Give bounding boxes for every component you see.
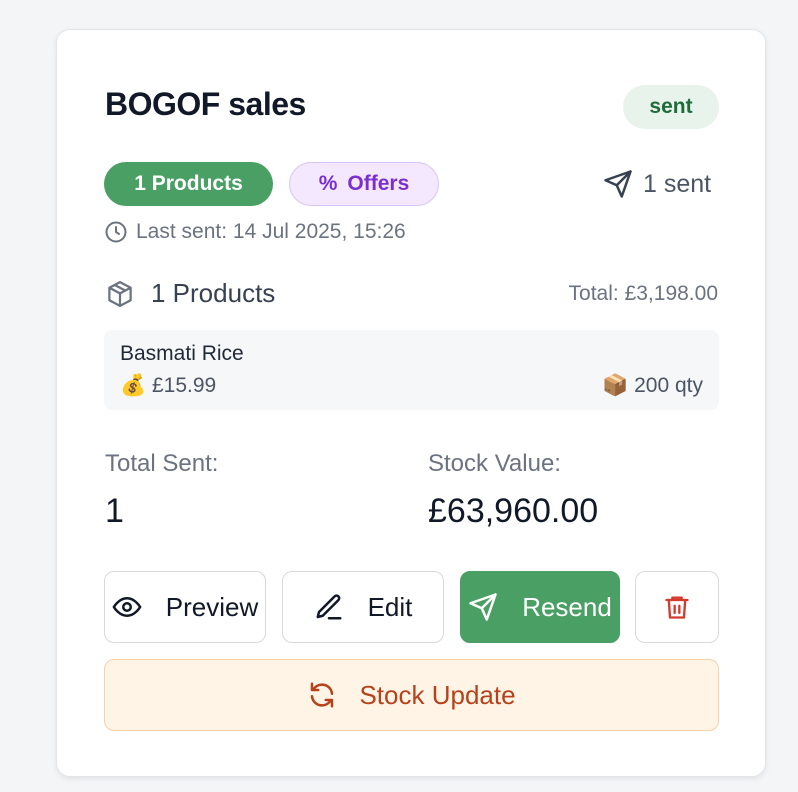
pencil-icon bbox=[314, 592, 344, 622]
edit-button[interactable]: Edit bbox=[282, 571, 444, 643]
package-icon: 📦 bbox=[602, 374, 629, 397]
product-name: Basmati Rice bbox=[120, 342, 244, 365]
preview-button[interactable]: Preview bbox=[104, 571, 266, 643]
send-icon bbox=[468, 592, 498, 622]
stock-value-value: £63,960.00 bbox=[428, 492, 599, 530]
offers-badge: % Offers bbox=[289, 162, 439, 206]
preview-label: Preview bbox=[165, 591, 259, 622]
resend-label: Resend bbox=[522, 591, 612, 622]
status-badge: sent bbox=[623, 85, 719, 129]
send-icon bbox=[603, 169, 633, 199]
product-price: 💰 £15.99 bbox=[120, 374, 216, 398]
sent-count: 1 sent bbox=[603, 167, 711, 201]
money-bag-icon: 💰 bbox=[120, 374, 147, 397]
delete-button[interactable] bbox=[635, 571, 719, 643]
stock-update-button[interactable]: Stock Update bbox=[104, 659, 719, 731]
product-quantity: 📦 200 qty bbox=[602, 374, 703, 398]
edit-label: Edit bbox=[367, 591, 413, 622]
products-heading: 1 Products bbox=[105, 278, 275, 309]
clock-icon bbox=[104, 220, 128, 244]
products-total: Total: £3,198.00 bbox=[568, 282, 718, 305]
percent-icon: % bbox=[318, 172, 338, 195]
campaign-card: BOGOF sales sent 1 Products % Offers 1 s… bbox=[56, 29, 766, 777]
eye-icon bbox=[112, 592, 142, 622]
product-price-value: £15.99 bbox=[152, 374, 217, 397]
stock-update-label: Stock Update bbox=[359, 679, 516, 710]
products-count-badge: 1 Products bbox=[104, 162, 273, 206]
offers-label: Offers bbox=[347, 172, 410, 195]
box-icon bbox=[105, 279, 135, 309]
trash-icon bbox=[663, 593, 691, 621]
stock-value-label: Stock Value: bbox=[428, 450, 561, 477]
list-item: Basmati Rice 💰 £15.99 📦 200 qty bbox=[104, 330, 719, 410]
products-heading-label: 1 Products bbox=[151, 278, 276, 308]
resend-button[interactable]: Resend bbox=[460, 571, 620, 643]
last-sent: Last sent: 14 Jul 2025, 15:26 bbox=[104, 220, 406, 244]
campaign-title: BOGOF sales bbox=[105, 86, 306, 122]
product-quantity-value: 200 qty bbox=[634, 374, 703, 397]
refresh-icon bbox=[307, 680, 337, 710]
last-sent-label: Last sent: 14 Jul 2025, 15:26 bbox=[136, 220, 406, 243]
sent-count-label: 1 sent bbox=[643, 169, 712, 198]
total-sent-label: Total Sent: bbox=[105, 450, 219, 477]
total-sent-value: 1 bbox=[105, 492, 124, 530]
